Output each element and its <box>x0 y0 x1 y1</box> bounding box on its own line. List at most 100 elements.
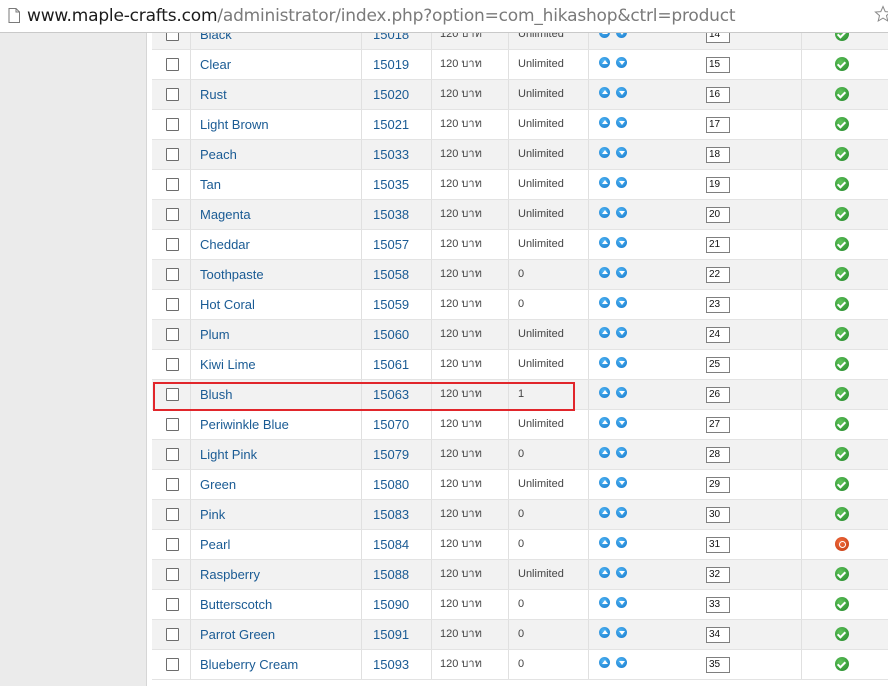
row-checkbox[interactable] <box>166 628 179 641</box>
product-code[interactable]: 15080 <box>362 470 432 499</box>
arrow-down-icon[interactable] <box>616 537 627 548</box>
address-bar[interactable]: www.maple-crafts.com/administrator/index… <box>0 0 888 33</box>
arrow-up-icon[interactable] <box>599 417 610 428</box>
arrow-down-icon[interactable] <box>616 507 627 518</box>
table-row[interactable]: Cheddar 15057 120 บาท Unlimited 21 <box>152 230 888 260</box>
row-checkbox[interactable] <box>166 538 179 551</box>
arrow-up-icon[interactable] <box>599 567 610 578</box>
url-text[interactable]: www.maple-crafts.com/administrator/index… <box>27 6 736 26</box>
published-check-icon[interactable] <box>835 327 849 341</box>
ordering-input[interactable]: 33 <box>706 597 730 613</box>
published-check-icon[interactable] <box>835 147 849 161</box>
product-code[interactable]: 15061 <box>362 350 432 379</box>
table-row[interactable]: Pink 15083 120 บาท 0 30 <box>152 500 888 530</box>
arrow-down-icon[interactable] <box>616 177 627 188</box>
ordering-input[interactable]: 26 <box>706 387 730 403</box>
arrow-down-icon[interactable] <box>616 477 627 488</box>
product-code[interactable]: 15059 <box>362 290 432 319</box>
product-name[interactable]: Tan <box>190 170 362 199</box>
arrow-down-icon[interactable] <box>616 387 627 398</box>
row-checkbox[interactable] <box>166 208 179 221</box>
arrow-up-icon[interactable] <box>599 177 610 188</box>
ordering-input[interactable]: 23 <box>706 297 730 313</box>
row-checkbox[interactable] <box>166 598 179 611</box>
table-row[interactable]: Parrot Green 15091 120 บาท 0 34 <box>152 620 888 650</box>
table-row[interactable]: Magenta 15038 120 บาท Unlimited 20 <box>152 200 888 230</box>
arrow-up-icon[interactable] <box>599 297 610 308</box>
row-checkbox[interactable] <box>166 358 179 371</box>
arrow-down-icon[interactable] <box>616 267 627 278</box>
arrow-down-icon[interactable] <box>616 87 627 98</box>
unpublished-icon[interactable] <box>835 537 849 551</box>
arrow-up-icon[interactable] <box>599 327 610 338</box>
ordering-input[interactable]: 21 <box>706 237 730 253</box>
arrow-up-icon[interactable] <box>599 117 610 128</box>
ordering-input[interactable]: 32 <box>706 567 730 583</box>
published-check-icon[interactable] <box>835 267 849 281</box>
row-checkbox[interactable] <box>166 328 179 341</box>
published-check-icon[interactable] <box>835 357 849 371</box>
product-name[interactable]: Green <box>190 470 362 499</box>
arrow-up-icon[interactable] <box>599 627 610 638</box>
ordering-input[interactable]: 31 <box>706 537 730 553</box>
published-check-icon[interactable] <box>835 207 849 221</box>
arrow-up-icon[interactable] <box>599 57 610 68</box>
arrow-up-icon[interactable] <box>599 147 610 158</box>
table-row[interactable]: Tan 15035 120 บาท Unlimited 19 <box>152 170 888 200</box>
published-check-icon[interactable] <box>835 447 849 461</box>
arrow-up-icon[interactable] <box>599 237 610 248</box>
ordering-input[interactable]: 19 <box>706 177 730 193</box>
table-row[interactable]: Blush 15063 120 บาท 1 26 <box>152 380 888 410</box>
arrow-up-icon[interactable] <box>599 87 610 98</box>
arrow-down-icon[interactable] <box>616 417 627 428</box>
published-check-icon[interactable] <box>835 87 849 101</box>
product-name[interactable]: Pink <box>190 500 362 529</box>
bookmark-star-icon[interactable] <box>874 5 888 23</box>
arrow-up-icon[interactable] <box>599 33 610 38</box>
ordering-input[interactable]: 24 <box>706 327 730 343</box>
arrow-down-icon[interactable] <box>616 447 627 458</box>
ordering-input[interactable]: 18 <box>706 147 730 163</box>
product-code[interactable]: 15058 <box>362 260 432 289</box>
table-row[interactable]: Periwinkle Blue 15070 120 บาท Unlimited 27 <box>152 410 888 440</box>
product-code[interactable]: 15020 <box>362 80 432 109</box>
product-code[interactable]: 15019 <box>362 50 432 79</box>
ordering-input[interactable]: 14 <box>706 33 730 43</box>
arrow-down-icon[interactable] <box>616 597 627 608</box>
ordering-input[interactable]: 25 <box>706 357 730 373</box>
row-checkbox[interactable] <box>166 148 179 161</box>
table-row[interactable]: Light Brown 15021 120 บาท Unlimited 17 <box>152 110 888 140</box>
published-check-icon[interactable] <box>835 297 849 311</box>
published-check-icon[interactable] <box>835 597 849 611</box>
row-checkbox[interactable] <box>166 238 179 251</box>
row-checkbox[interactable] <box>166 418 179 431</box>
row-checkbox[interactable] <box>166 658 179 671</box>
row-checkbox[interactable] <box>166 478 179 491</box>
row-checkbox[interactable] <box>166 388 179 401</box>
product-name[interactable]: Peach <box>190 140 362 169</box>
arrow-up-icon[interactable] <box>599 387 610 398</box>
published-check-icon[interactable] <box>835 177 849 191</box>
ordering-input[interactable]: 29 <box>706 477 730 493</box>
arrow-down-icon[interactable] <box>616 57 627 68</box>
product-code[interactable]: 15033 <box>362 140 432 169</box>
arrow-up-icon[interactable] <box>599 507 610 518</box>
published-check-icon[interactable] <box>835 477 849 491</box>
product-name[interactable]: Plum <box>190 320 362 349</box>
ordering-input[interactable]: 15 <box>706 57 730 73</box>
product-code[interactable]: 15070 <box>362 410 432 439</box>
product-name[interactable]: Blush <box>190 380 362 409</box>
product-name[interactable]: Toothpaste <box>190 260 362 289</box>
row-checkbox[interactable] <box>166 268 179 281</box>
product-code[interactable]: 15088 <box>362 560 432 589</box>
published-check-icon[interactable] <box>835 57 849 71</box>
row-checkbox[interactable] <box>166 298 179 311</box>
ordering-input[interactable]: 22 <box>706 267 730 283</box>
published-check-icon[interactable] <box>835 117 849 131</box>
arrow-down-icon[interactable] <box>616 567 627 578</box>
published-check-icon[interactable] <box>835 627 849 641</box>
table-row[interactable]: Light Pink 15079 120 บาท 0 28 <box>152 440 888 470</box>
table-row[interactable]: Rust 15020 120 บาท Unlimited 16 <box>152 80 888 110</box>
published-check-icon[interactable] <box>835 567 849 581</box>
product-code[interactable]: 15021 <box>362 110 432 139</box>
